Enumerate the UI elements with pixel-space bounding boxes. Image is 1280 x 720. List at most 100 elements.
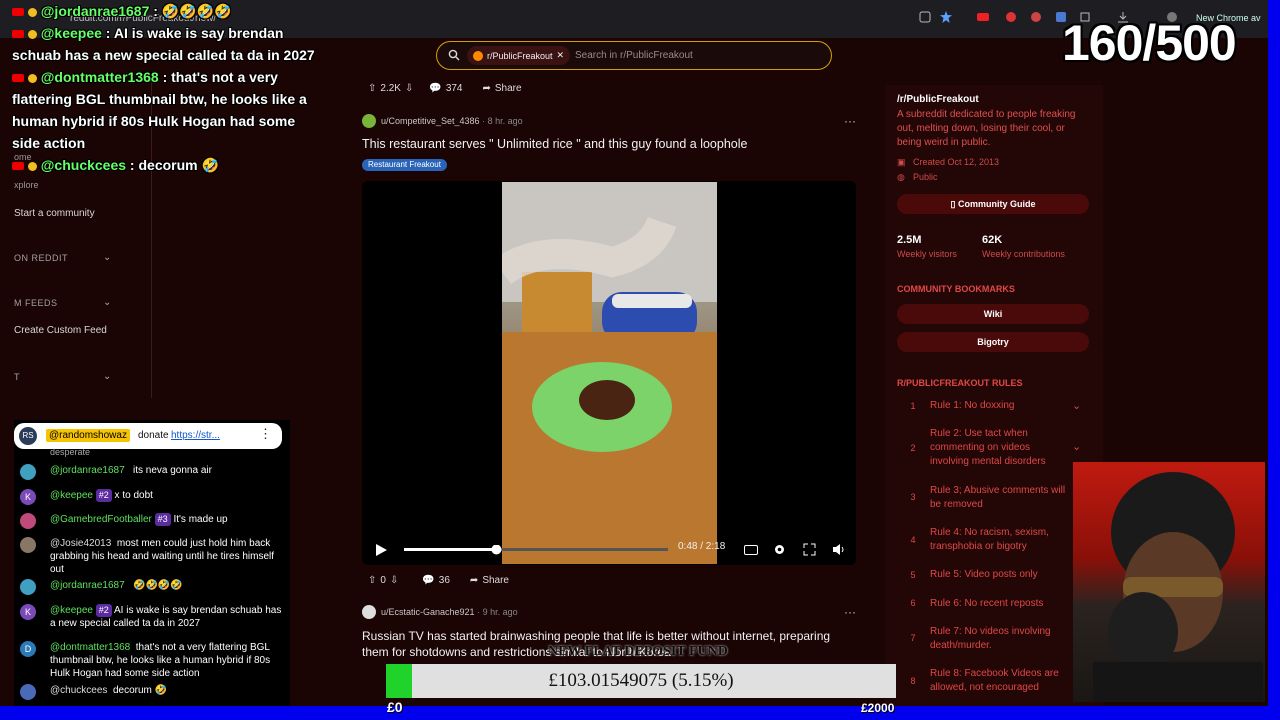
post1-share[interactable]: ➦ Share bbox=[483, 83, 522, 94]
avatar bbox=[20, 684, 36, 700]
community-guide-button[interactable]: ▯ Community Guide bbox=[897, 194, 1089, 214]
rule-item[interactable]: Rule 7: No videos involving death/murder… bbox=[930, 625, 1070, 653]
post2-more-icon[interactable]: ··· bbox=[844, 605, 856, 619]
calendar-icon: ▣ bbox=[897, 157, 906, 167]
nav-start-community[interactable]: Start a community bbox=[14, 208, 95, 219]
fullscreen-icon[interactable] bbox=[803, 543, 816, 556]
video-scrubber-handle[interactable] bbox=[491, 545, 502, 555]
chip-close-icon[interactable]: ✕ bbox=[557, 50, 565, 61]
rule-number: 6 bbox=[910, 598, 916, 608]
user-avatar[interactable] bbox=[362, 605, 376, 619]
overlay-message: : 🤣🤣🤣🤣 bbox=[149, 3, 232, 19]
ext-red2-icon[interactable] bbox=[1030, 11, 1042, 23]
subreddit-chip[interactable]: r/PublicFreakout ✕ bbox=[467, 46, 571, 65]
nav-section-reddit[interactable]: ON REDDIT bbox=[14, 253, 68, 263]
chat-message: K @keepee #2 x to dobt bbox=[18, 489, 288, 505]
post1-author[interactable]: u/Competitive_Set_4386 · 8 hr. ago bbox=[381, 116, 523, 126]
youtube-icon bbox=[12, 8, 24, 17]
upvote-icon[interactable]: ⇧ bbox=[368, 575, 376, 586]
post1-more-icon[interactable]: ··· bbox=[844, 114, 856, 128]
extensions-icon[interactable] bbox=[919, 11, 931, 23]
chat-message: @GamebredFootballer #3 It's made up bbox=[18, 513, 288, 529]
post1-flair[interactable]: Restaurant Freakout bbox=[362, 159, 447, 171]
chevron-down-icon[interactable]: ⌄ bbox=[1072, 399, 1081, 412]
visitors-label: Weekly visitors bbox=[897, 249, 957, 259]
chat-message: @jordanrae1687 🤣🤣🤣🤣 bbox=[18, 579, 288, 595]
post1-share-label: Share bbox=[494, 83, 522, 94]
post2-username[interactable]: u/Ecstatic-Ganache921 bbox=[381, 607, 475, 617]
bookmark-wiki-button[interactable]: Wiki bbox=[897, 304, 1089, 324]
rule-item[interactable]: Rule 8: Facebook Videos are allowed, not… bbox=[930, 667, 1070, 695]
progress-counter: 160/500 bbox=[1062, 15, 1237, 71]
ext-red-icon[interactable] bbox=[1005, 11, 1017, 23]
chat-username[interactable]: @keepee bbox=[50, 605, 93, 616]
subreddit-chip-label: r/PublicFreakout bbox=[487, 50, 553, 61]
chat-text: x to dobt bbox=[114, 490, 153, 501]
rule-item[interactable]: Rule 1: No doxxing bbox=[930, 399, 1070, 413]
globe-icon: ◍ bbox=[897, 172, 905, 182]
downvote-icon[interactable]: ⇩ bbox=[405, 83, 413, 94]
upvote-icon[interactable]: ⇧ bbox=[368, 83, 376, 94]
bookmark-star-icon[interactable] bbox=[940, 11, 952, 23]
captions-icon[interactable] bbox=[744, 545, 758, 555]
rule-item[interactable]: Rule 2: Use tact when commenting on vide… bbox=[930, 427, 1070, 469]
chat-username[interactable]: @jordanrae1687 bbox=[50, 580, 125, 591]
chat-username[interactable]: @Josie42013 bbox=[50, 538, 111, 549]
chevron-down-icon[interactable]: ⌄ bbox=[103, 297, 111, 308]
chat-username[interactable]: @keepee bbox=[50, 490, 93, 501]
video-frame[interactable] bbox=[502, 182, 717, 564]
post1-footer-votes[interactable]: ⇧ 0 ⇩ bbox=[368, 575, 398, 586]
bookmark-bigotry-button[interactable]: Bigotry bbox=[897, 332, 1089, 352]
rule-item[interactable]: Rule 5: Video posts only bbox=[930, 568, 1070, 582]
visitors-count: 2.5M bbox=[897, 234, 922, 246]
post1-footer-share[interactable]: ➦ Share bbox=[470, 575, 509, 586]
nav-section-feeds[interactable]: M FEEDS bbox=[14, 298, 58, 308]
post2-author[interactable]: u/Ecstatic-Ganache921 · 9 hr. ago bbox=[381, 607, 518, 617]
chevron-down-icon[interactable]: ⌄ bbox=[1072, 440, 1081, 453]
post1-comments[interactable]: 💬 374 bbox=[429, 83, 462, 94]
nav-section-other[interactable]: T bbox=[14, 372, 20, 382]
chat-username[interactable]: @GamebredFootballer bbox=[50, 514, 152, 525]
rule-number: 8 bbox=[910, 676, 916, 686]
post1-username[interactable]: u/Competitive_Set_4386 bbox=[381, 116, 480, 126]
rules-header: R/PUBLICFREAKOUT RULES bbox=[897, 378, 1023, 388]
chat-username[interactable]: @chuckcees bbox=[50, 685, 107, 696]
video-scene-image bbox=[502, 182, 717, 564]
pinned-link[interactable]: https://str... bbox=[171, 430, 220, 441]
chevron-down-icon[interactable]: ⌄ bbox=[103, 252, 111, 263]
play-icon[interactable] bbox=[374, 543, 388, 557]
youtube-ext-icon[interactable] bbox=[977, 11, 989, 23]
nav-explore[interactable]: xplore bbox=[14, 180, 39, 190]
badge-icon bbox=[27, 161, 37, 171]
more-vert-icon[interactable]: ⋮ bbox=[259, 426, 272, 442]
settings-gear-icon[interactable] bbox=[773, 543, 786, 556]
search-placeholder[interactable]: Search in r/PublicFreakout bbox=[575, 50, 693, 61]
rule-number: 2 bbox=[910, 443, 916, 453]
downvote-icon[interactable]: ⇩ bbox=[390, 575, 398, 586]
chat-username[interactable]: @dontmatter1368 bbox=[50, 642, 130, 653]
nav-create-feed[interactable]: Create Custom Feed bbox=[14, 325, 107, 336]
chat-username[interactable]: @jordanrae1687 bbox=[50, 465, 125, 476]
pinned-message[interactable]: RS @randomshowaz donate https://str... ⋮ bbox=[14, 423, 282, 449]
comment-icon: 💬 bbox=[422, 575, 435, 586]
rule-number: 1 bbox=[910, 401, 916, 411]
volume-icon[interactable] bbox=[832, 543, 846, 556]
overlay-username: @keepee bbox=[40, 25, 102, 41]
post1-footer-actions: ⇧ 0 ⇩ 💬 36 ➦ Share bbox=[368, 575, 509, 586]
rule-item[interactable]: Rule 4: No racism, sexism, transphobia o… bbox=[930, 526, 1070, 554]
overlay-username: @dontmatter1368 bbox=[40, 69, 159, 85]
pinned-username: @randomshowaz bbox=[46, 429, 130, 442]
rule-item[interactable]: Rule 3; Abusive comments will be removed bbox=[930, 484, 1070, 512]
rule-item[interactable]: Rule 6: No recent reposts bbox=[930, 597, 1070, 611]
community-name[interactable]: /r/PublicFreakout bbox=[897, 94, 979, 105]
post1-title[interactable]: This restaurant serves " Unlimited rice … bbox=[362, 137, 747, 151]
avatar: RS bbox=[19, 427, 37, 445]
search-icon bbox=[448, 49, 460, 61]
overlay-line: @chuckcees : decorum 🤣 bbox=[12, 154, 324, 176]
video-progress-bar[interactable] bbox=[404, 545, 668, 555]
youtube-icon bbox=[12, 162, 24, 171]
post1-votes[interactable]: ⇧ 2.2K ⇩ bbox=[368, 83, 413, 94]
user-avatar[interactable] bbox=[362, 114, 376, 128]
chevron-down-icon[interactable]: ⌄ bbox=[103, 371, 111, 382]
post1-footer-comments[interactable]: 💬 36 bbox=[422, 575, 450, 586]
